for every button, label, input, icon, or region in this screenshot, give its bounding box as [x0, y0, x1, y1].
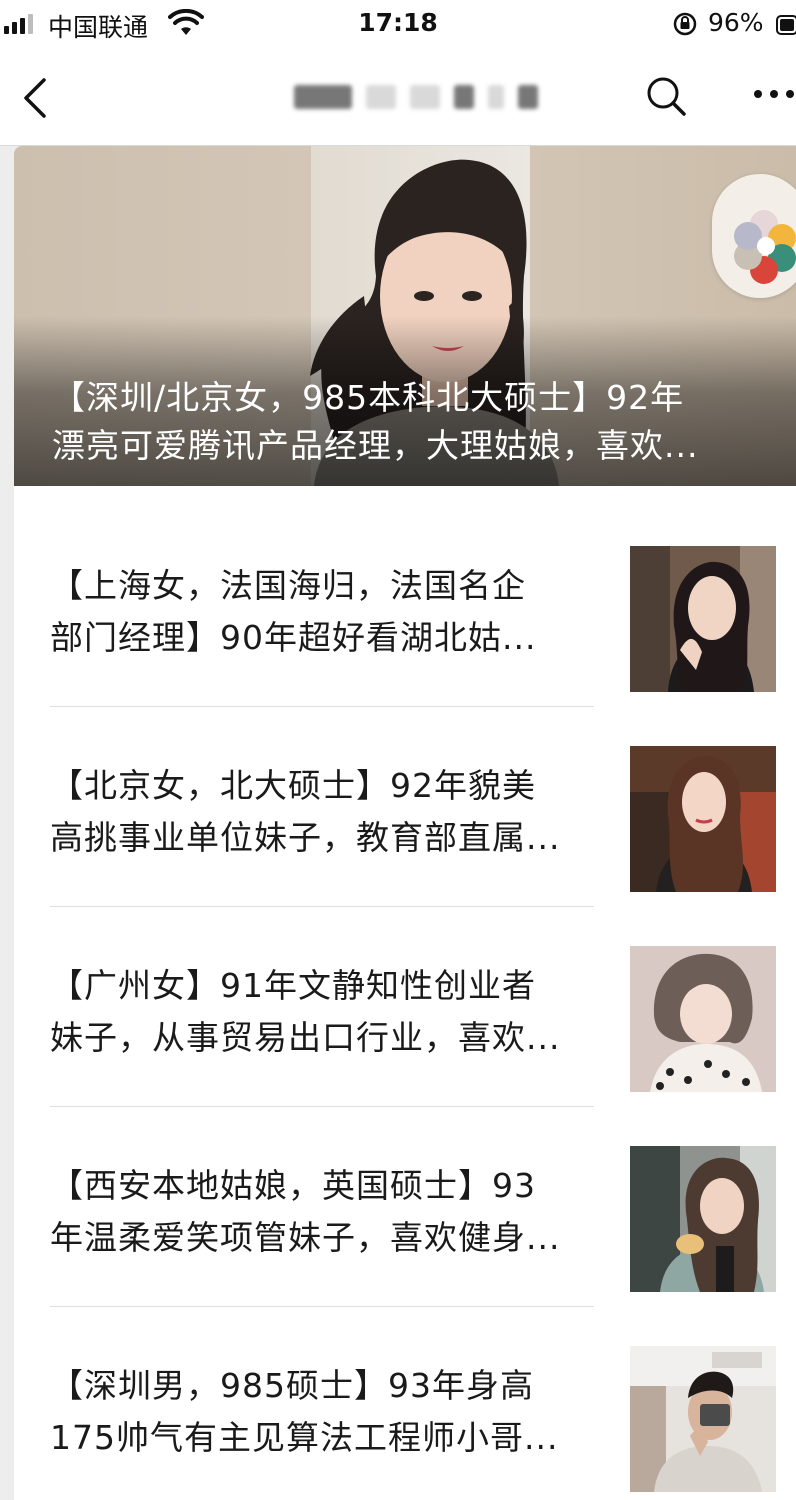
article-title-line1: 【深圳男，985硕士】93年身高 [50, 1366, 534, 1405]
brand-logo-badge [712, 174, 796, 298]
article-item[interactable]: 【深圳男，985硕士】93年身高 175帅气有主见算法工程师小哥... [14, 1308, 796, 1500]
article-thumbnail [630, 546, 776, 692]
article-title-line1: 【广州女】91年文静知性创业者 [50, 966, 536, 1005]
featured-article-title-line2: 漂亮可爱腾讯产品经理，大理姑娘，喜欢... [52, 426, 699, 465]
more-icon[interactable] [752, 86, 796, 102]
status-bar: 中国联通 17:18 96% [0, 0, 796, 48]
article-title: 【深圳男，985硕士】93年身高 175帅气有主见算法工程师小哥... [50, 1360, 606, 1464]
article-title: 【上海女，法国海归，法国名企 部门经理】90年超好看湖北姑... [50, 560, 606, 664]
screen: 中国联通 17:18 96% 【深圳/北京女，985本科北大硕士】92年 漂亮可… [0, 0, 796, 1500]
back-icon[interactable] [18, 76, 54, 120]
article-title: 【西安本地姑娘，英国硕士】93 年温柔爱笑项管妹子，喜欢健身... [50, 1160, 606, 1264]
article-thumbnail [630, 1146, 776, 1292]
article-title-line2: 部门经理】90年超好看湖北姑... [50, 618, 537, 657]
article-title: 【北京女，北大硕士】92年貌美 高挑事业单位妹子，教育部直属... [50, 760, 606, 864]
battery-icon [776, 15, 796, 35]
article-title-line1: 【上海女，法国海归，法国名企 [50, 566, 526, 605]
list-divider [50, 1106, 594, 1107]
list-divider [50, 706, 594, 707]
article-list: 【深圳/北京女，985本科北大硕士】92年 漂亮可爱腾讯产品经理，大理姑娘，喜欢… [14, 146, 796, 1500]
article-item[interactable]: 【北京女，北大硕士】92年貌美 高挑事业单位妹子，教育部直属... [14, 708, 796, 908]
article-thumbnail [630, 1346, 776, 1492]
featured-article-title: 【深圳/北京女，985本科北大硕士】92年 漂亮可爱腾讯产品经理，大理姑娘，喜欢… [52, 374, 752, 470]
article-thumbnail [630, 746, 776, 892]
article-title-line2: 年温柔爱笑项管妹子，喜欢健身... [50, 1218, 561, 1257]
article-title: 【广州女】91年文静知性创业者 妹子，从事贸易出口行业，喜欢... [50, 960, 606, 1064]
article-title-line2: 175帅气有主见算法工程师小哥... [50, 1418, 559, 1457]
rotation-lock-icon [673, 12, 697, 36]
list-divider [50, 906, 594, 907]
article-thumbnail [630, 946, 776, 1092]
flower-logo-icon [734, 210, 796, 284]
article-title-line1: 【北京女，北大硕士】92年貌美 [50, 766, 536, 805]
article-title-line2: 妹子，从事贸易出口行业，喜欢... [50, 1018, 561, 1057]
account-title-blurred [258, 70, 588, 124]
featured-article-title-line1: 【深圳/北京女，985本科北大硕士】92年 [52, 378, 685, 417]
article-title-line2: 高挑事业单位妹子，教育部直属... [50, 818, 561, 857]
article-item[interactable]: 【广州女】91年文静知性创业者 妹子，从事贸易出口行业，喜欢... [14, 908, 796, 1108]
article-item[interactable]: 【西安本地姑娘，英国硕士】93 年温柔爱笑项管妹子，喜欢健身... [14, 1108, 796, 1308]
article-item[interactable]: 【上海女，法国海归，法国名企 部门经理】90年超好看湖北姑... [14, 508, 796, 708]
search-icon[interactable] [644, 74, 688, 118]
navigation-bar [0, 48, 796, 146]
featured-article[interactable]: 【深圳/北京女，985本科北大硕士】92年 漂亮可爱腾讯产品经理，大理姑娘，喜欢… [14, 146, 796, 486]
list-divider [50, 1306, 594, 1307]
article-title-line1: 【西安本地姑娘，英国硕士】93 [50, 1166, 536, 1205]
battery-percentage: 96% [708, 8, 764, 37]
